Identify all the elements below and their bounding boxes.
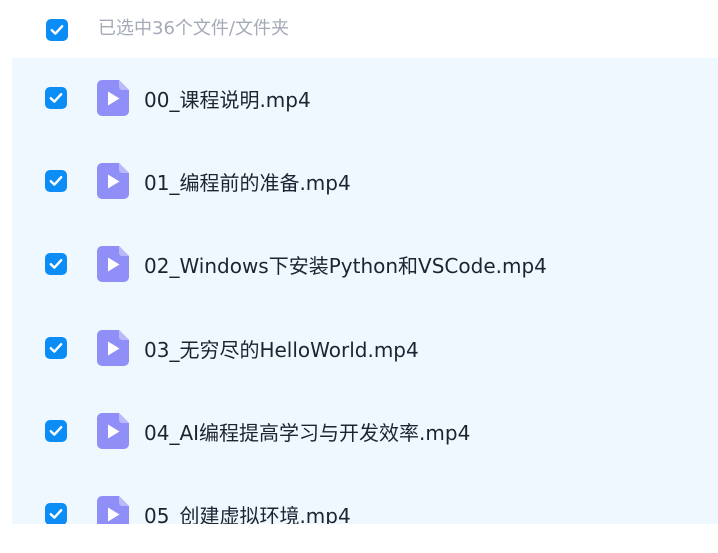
file-name: 05_创建虚拟环境.mp4	[144, 504, 351, 524]
check-icon	[49, 259, 63, 269]
selected-count-label: 已选中36个文件/文件夹	[98, 18, 289, 39]
file-row[interactable]: 05_创建虚拟环境.mp4	[12, 474, 718, 524]
file-name: 04_AI编程提高学习与开发效率.mp4	[144, 421, 471, 445]
file-checkbox[interactable]	[45, 170, 67, 192]
file-checkbox[interactable]	[45, 253, 67, 275]
file-name: 02_Windows下安装Python和VSCode.mp4	[144, 254, 547, 278]
check-icon	[49, 176, 63, 186]
check-icon	[49, 426, 63, 436]
video-file-icon	[97, 496, 129, 524]
video-file-icon	[97, 413, 129, 449]
file-name: 01_编程前的准备.mp4	[144, 171, 351, 195]
file-checkbox[interactable]	[45, 337, 67, 359]
video-file-icon	[97, 330, 129, 366]
file-list: 00_课程说明.mp4 01_编程前的准备.mp4 02_Windows下安装P…	[12, 58, 718, 524]
file-name: 03_无穷尽的HelloWorld.mp4	[144, 338, 419, 362]
select-all-checkbox[interactable]	[46, 19, 68, 41]
file-selection-panel: 已选中36个文件/文件夹 00_课程说明.mp4 01_编程前的准备.mp4 0…	[0, 0, 718, 553]
file-row[interactable]: 00_课程说明.mp4	[12, 58, 718, 142]
file-row[interactable]: 01_编程前的准备.mp4	[12, 141, 718, 225]
file-checkbox[interactable]	[45, 420, 67, 442]
file-row[interactable]: 03_无穷尽的HelloWorld.mp4	[12, 308, 718, 392]
file-row[interactable]: 02_Windows下安装Python和VSCode.mp4	[12, 224, 718, 308]
bottom-bar	[0, 524, 718, 553]
check-icon	[49, 93, 63, 103]
video-file-icon	[97, 163, 129, 199]
check-icon	[49, 509, 63, 519]
video-file-icon	[97, 80, 129, 116]
file-checkbox[interactable]	[45, 503, 67, 524]
check-icon	[49, 343, 63, 353]
file-row[interactable]: 04_AI编程提高学习与开发效率.mp4	[12, 391, 718, 475]
check-icon	[50, 25, 64, 35]
file-name: 00_课程说明.mp4	[144, 88, 311, 112]
file-checkbox[interactable]	[45, 87, 67, 109]
selection-header: 已选中36个文件/文件夹	[0, 0, 718, 58]
video-file-icon	[97, 246, 129, 282]
